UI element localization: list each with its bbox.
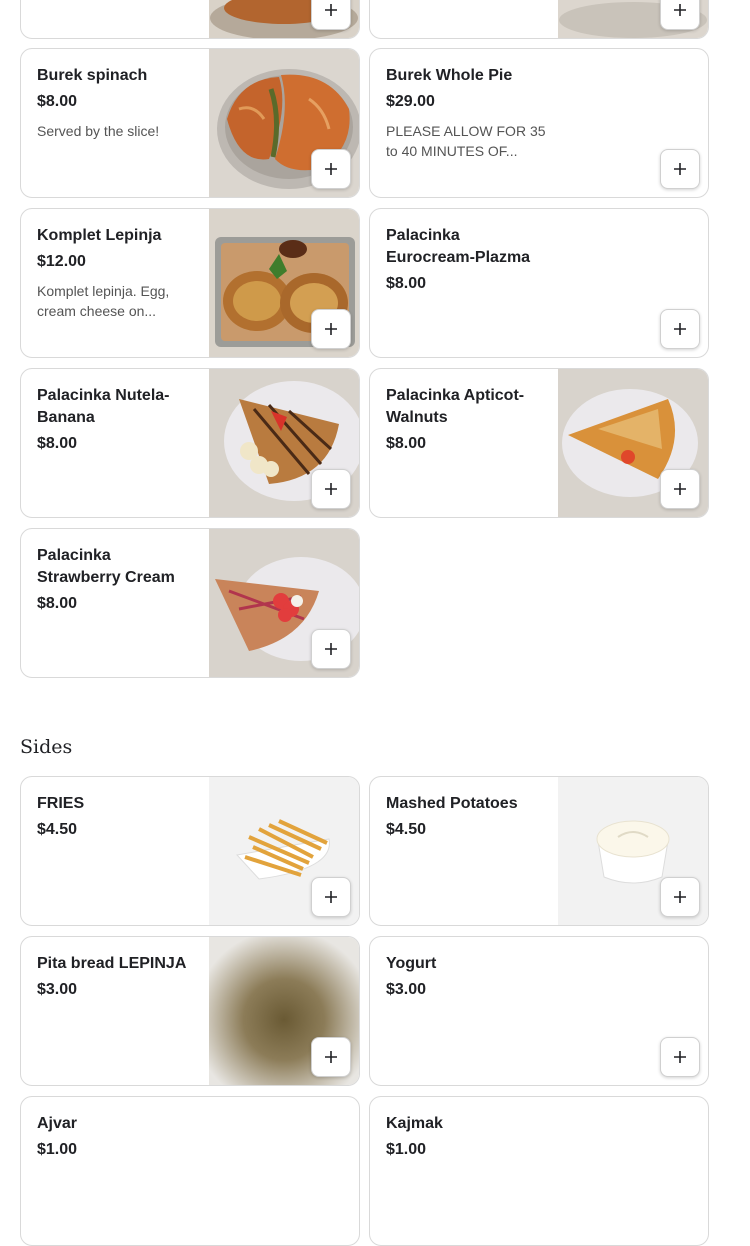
plus-icon	[674, 891, 686, 903]
item-name: Palacinka Nutela-Banana	[37, 387, 170, 426]
add-to-cart-button[interactable]	[311, 309, 351, 349]
item-price: $8.00	[37, 435, 78, 452]
item-name: Pita bread LEPINJA	[37, 955, 187, 972]
plus-icon	[325, 483, 337, 495]
item-description: Served by the slice!	[37, 123, 160, 139]
item-price: $8.00	[37, 93, 78, 110]
plus-icon	[325, 163, 337, 175]
plus-icon	[674, 323, 686, 335]
menu-item-card[interactable]: Palacinka Apticot-Walnuts $8.00	[369, 368, 709, 518]
item-name: Yogurt	[386, 955, 437, 972]
item-name: FRIES	[37, 795, 85, 812]
item-name: Ajvar	[37, 1115, 78, 1132]
item-price: $4.50	[386, 821, 427, 838]
menu-item-card[interactable]	[369, 0, 709, 39]
item-price: $3.00	[386, 981, 427, 998]
plus-icon	[325, 643, 337, 655]
item-price: $29.00	[386, 93, 435, 110]
item-price: $12.00	[37, 253, 86, 270]
add-to-cart-button[interactable]	[311, 877, 351, 917]
add-to-cart-button[interactable]	[311, 469, 351, 509]
item-price: $8.00	[37, 595, 78, 612]
item-name: Palacinka Eurocream-Plazma	[386, 227, 531, 266]
section-title-sides: Sides	[20, 736, 73, 758]
add-to-cart-button[interactable]	[660, 877, 700, 917]
plus-icon	[325, 323, 337, 335]
menu-item-card[interactable]: Yogurt $3.00	[369, 936, 709, 1086]
plus-icon	[325, 4, 337, 16]
plus-icon	[674, 163, 686, 175]
item-name: Palacinka Apticot-Walnuts	[386, 387, 525, 426]
menu-item-card[interactable]: Pita bread LEPINJA $3.00	[20, 936, 360, 1086]
menu-item-card[interactable]: FRIES $4.50	[20, 776, 360, 926]
plus-icon	[674, 4, 686, 16]
item-price: $3.00	[37, 981, 78, 998]
menu-item-card[interactable]: Burek Whole Pie $29.00 PLEASE ALLOW FOR …	[369, 48, 709, 198]
menu-item-card[interactable]: Palacinka Strawberry Cream $8.00	[20, 528, 360, 678]
plus-icon	[325, 891, 337, 903]
menu-item-card[interactable]: Komplet Lepinja $12.00 Komplet lepinja. …	[20, 208, 360, 358]
item-price: $1.00	[386, 1141, 427, 1158]
menu-item-card[interactable]: Ajvar $1.00	[20, 1096, 360, 1246]
item-price: $8.00	[386, 435, 427, 452]
plus-icon	[674, 1051, 686, 1063]
menu-item-card[interactable]: Palacinka Nutela-Banana $8.00	[20, 368, 360, 518]
item-price: $1.00	[37, 1141, 78, 1158]
menu-item-card[interactable]: Mashed Potatoes $4.50	[369, 776, 709, 926]
plus-icon	[674, 483, 686, 495]
add-to-cart-button[interactable]	[311, 629, 351, 669]
item-price: $8.00	[386, 275, 427, 292]
plus-icon	[325, 1051, 337, 1063]
item-name: Kajmak	[386, 1115, 443, 1132]
menu-item-card[interactable]: Palacinka Eurocream-Plazma $8.00	[369, 208, 709, 358]
menu-item-card[interactable]	[20, 0, 360, 39]
item-name: Burek spinach	[37, 67, 148, 84]
item-description: PLEASE ALLOW FOR 35 to 40 MINUTES OF...	[386, 123, 546, 159]
add-to-cart-button[interactable]	[311, 1037, 351, 1077]
add-to-cart-button[interactable]	[660, 1037, 700, 1077]
item-name: Mashed Potatoes	[386, 795, 518, 812]
item-name: Burek Whole Pie	[386, 67, 513, 84]
add-to-cart-button[interactable]	[311, 0, 351, 30]
item-description: Komplet lepinja. Egg, cream cheese on...	[37, 283, 170, 319]
menu-item-card[interactable]: Kajmak $1.00	[369, 1096, 709, 1246]
add-to-cart-button[interactable]	[660, 469, 700, 509]
add-to-cart-button[interactable]	[660, 149, 700, 189]
add-to-cart-button[interactable]	[660, 0, 700, 30]
add-to-cart-button[interactable]	[311, 149, 351, 189]
add-to-cart-button[interactable]	[660, 309, 700, 349]
item-price: $4.50	[37, 821, 78, 838]
menu-item-card[interactable]: Burek spinach $8.00 Served by the slice!	[20, 48, 360, 198]
item-name: Komplet Lepinja	[37, 227, 162, 244]
item-name: Palacinka Strawberry Cream	[37, 547, 175, 586]
